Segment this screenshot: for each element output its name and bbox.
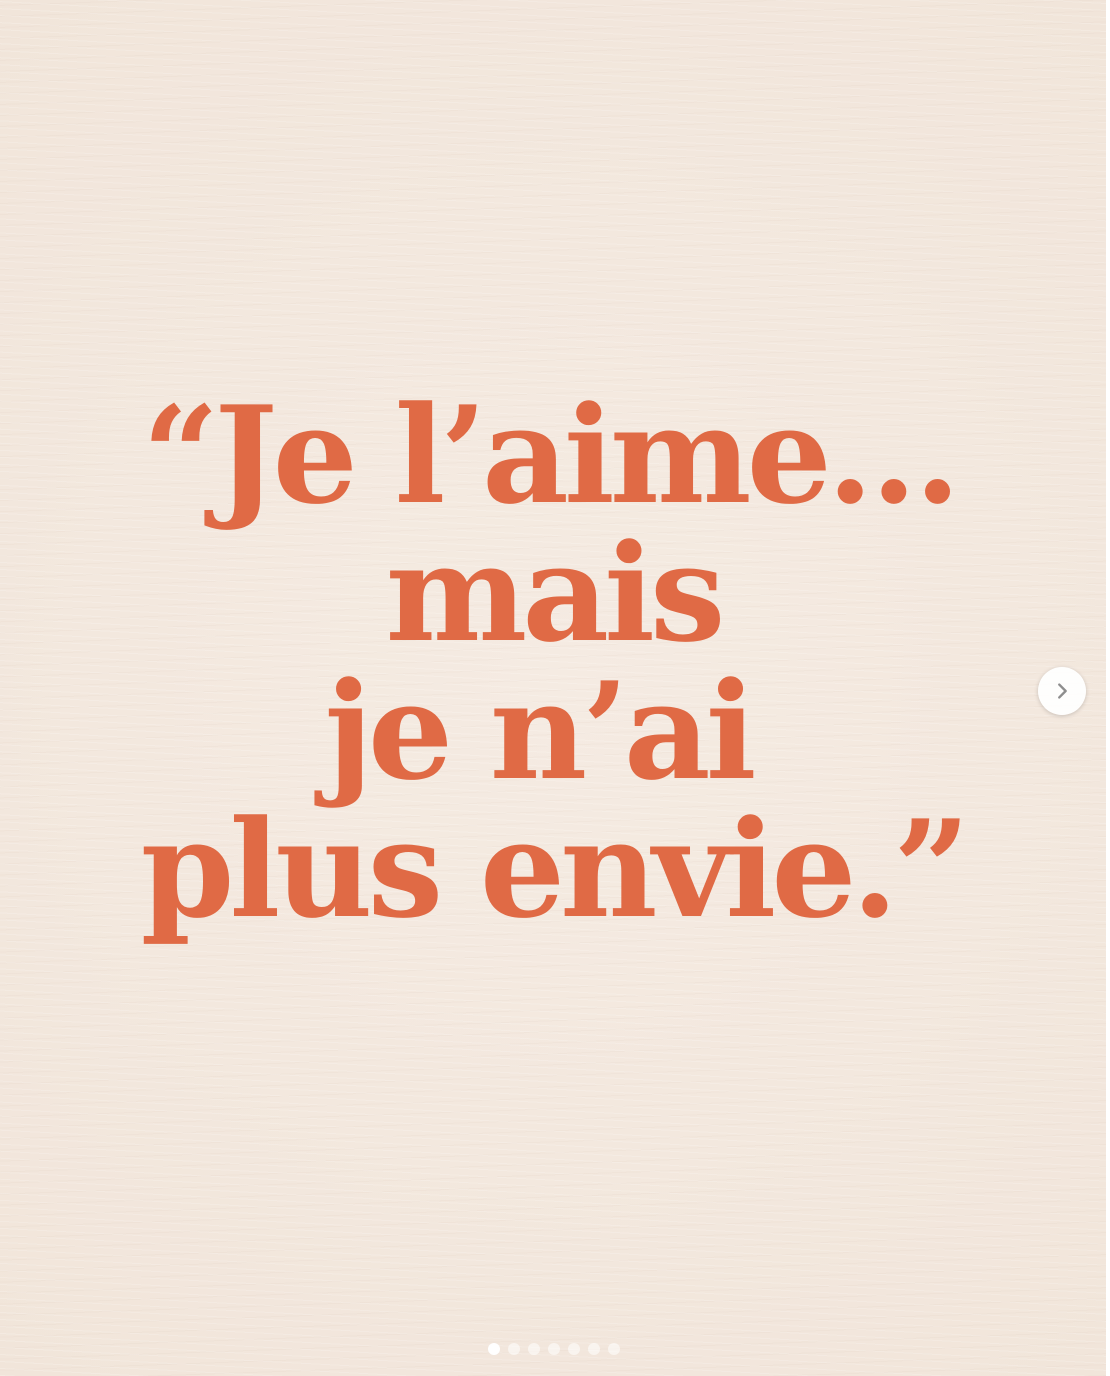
carousel-next-button[interactable] <box>1038 667 1086 715</box>
carousel-dot-1[interactable] <box>488 1343 500 1355</box>
quote-line-4: plus envie.” <box>140 790 971 948</box>
quote-line-1: “Je l’aime… <box>142 376 961 534</box>
carousel-dot-6[interactable] <box>588 1343 600 1355</box>
quote-line-3: je n’ai <box>324 652 756 810</box>
carousel-dot-5[interactable] <box>568 1343 580 1355</box>
carousel-dot-2[interactable] <box>508 1343 520 1355</box>
chevron-right-icon <box>1058 683 1067 699</box>
carousel-slide: “Je l’aime… mais je n’ai plus envie.” <box>0 0 1106 1376</box>
carousel-dot-3[interactable] <box>528 1343 540 1355</box>
right-border <box>1106 0 1110 1376</box>
carousel-dot-4[interactable] <box>548 1343 560 1355</box>
carousel-pagination-dots <box>488 1343 620 1355</box>
quote-line-2: mais <box>385 514 726 672</box>
quote-text: “Je l’aime… mais je n’ai plus envie.” <box>0 386 1106 938</box>
carousel-dot-7[interactable] <box>608 1343 620 1355</box>
